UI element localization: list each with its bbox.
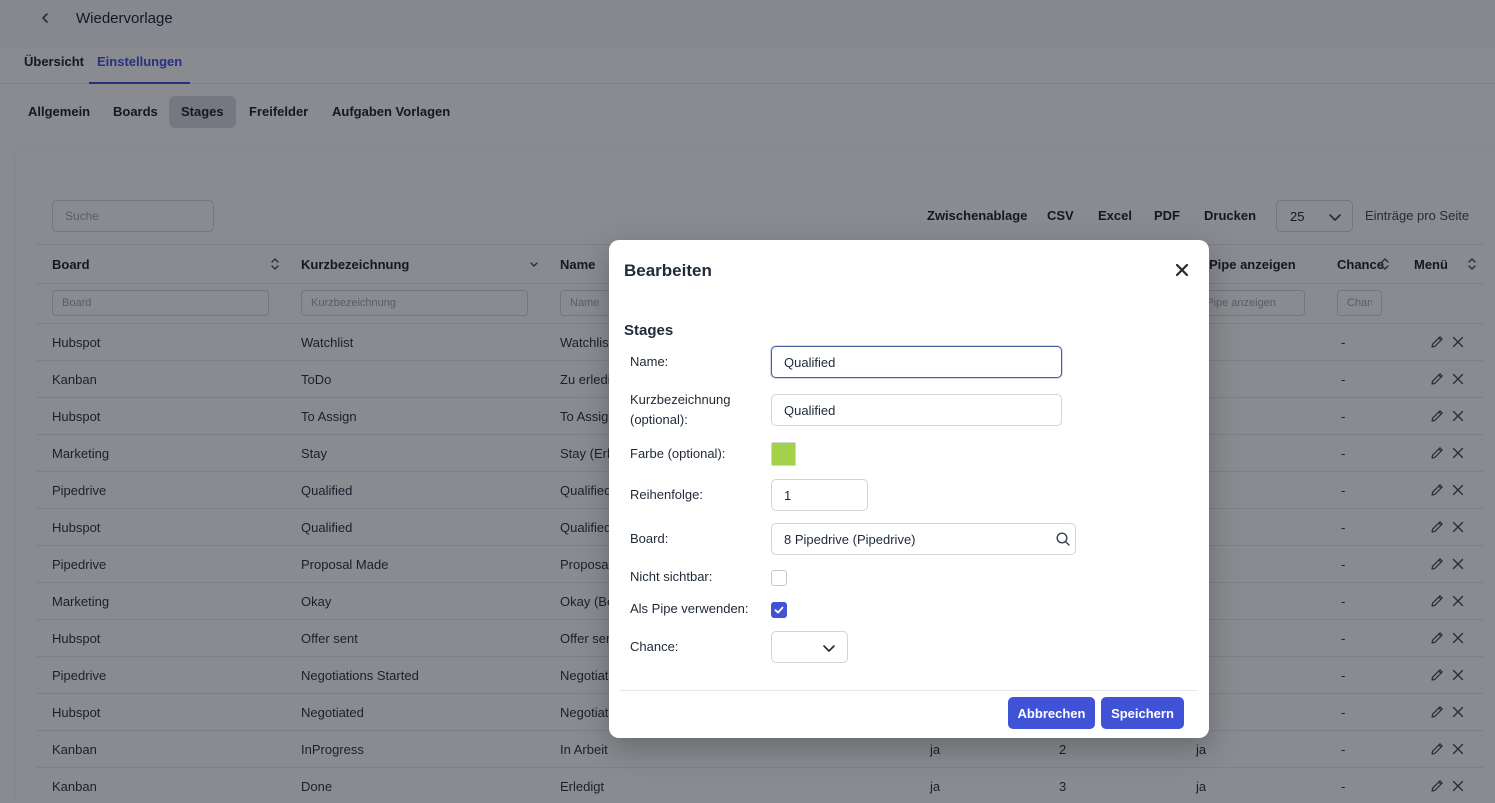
chance-label: Chance: bbox=[630, 639, 679, 654]
nicht-sichtbar-checkbox[interactable] bbox=[771, 570, 787, 586]
modal-divider bbox=[620, 690, 1198, 691]
cancel-button[interactable]: Abbrechen bbox=[1008, 697, 1095, 729]
edit-modal: Bearbeiten Stages Name: Kurzbezeichnung … bbox=[609, 240, 1209, 738]
save-button[interactable]: Speichern bbox=[1101, 697, 1184, 729]
farbe-label: Farbe (optional): bbox=[630, 446, 726, 461]
board-label: Board: bbox=[630, 531, 669, 546]
als-pipe-label: Als Pipe verwenden: bbox=[630, 601, 749, 616]
color-picker-swatch[interactable] bbox=[771, 442, 796, 466]
search-icon[interactable] bbox=[1055, 531, 1071, 547]
kurzbezeichnung-input[interactable] bbox=[771, 394, 1062, 426]
chevron-down-icon bbox=[822, 641, 836, 655]
reihenfolge-input[interactable] bbox=[771, 479, 868, 511]
chance-select[interactable] bbox=[771, 631, 848, 663]
modal-title: Bearbeiten bbox=[624, 261, 712, 280]
name-label: Name: bbox=[630, 354, 669, 369]
section-title: Stages bbox=[624, 322, 674, 339]
board-input[interactable] bbox=[771, 523, 1076, 555]
close-icon[interactable] bbox=[1174, 262, 1190, 278]
checkmark-icon bbox=[774, 606, 784, 614]
als-pipe-checkbox[interactable] bbox=[771, 602, 787, 618]
nicht-sichtbar-label: Nicht sichtbar: bbox=[630, 569, 713, 584]
kurzbezeichnung-label: Kurzbezeichnung bbox=[630, 392, 731, 407]
reihenfolge-label: Reihenfolge: bbox=[630, 487, 703, 502]
kurzbezeichnung-optional-label: (optional): bbox=[630, 412, 688, 427]
name-input[interactable] bbox=[771, 346, 1062, 378]
